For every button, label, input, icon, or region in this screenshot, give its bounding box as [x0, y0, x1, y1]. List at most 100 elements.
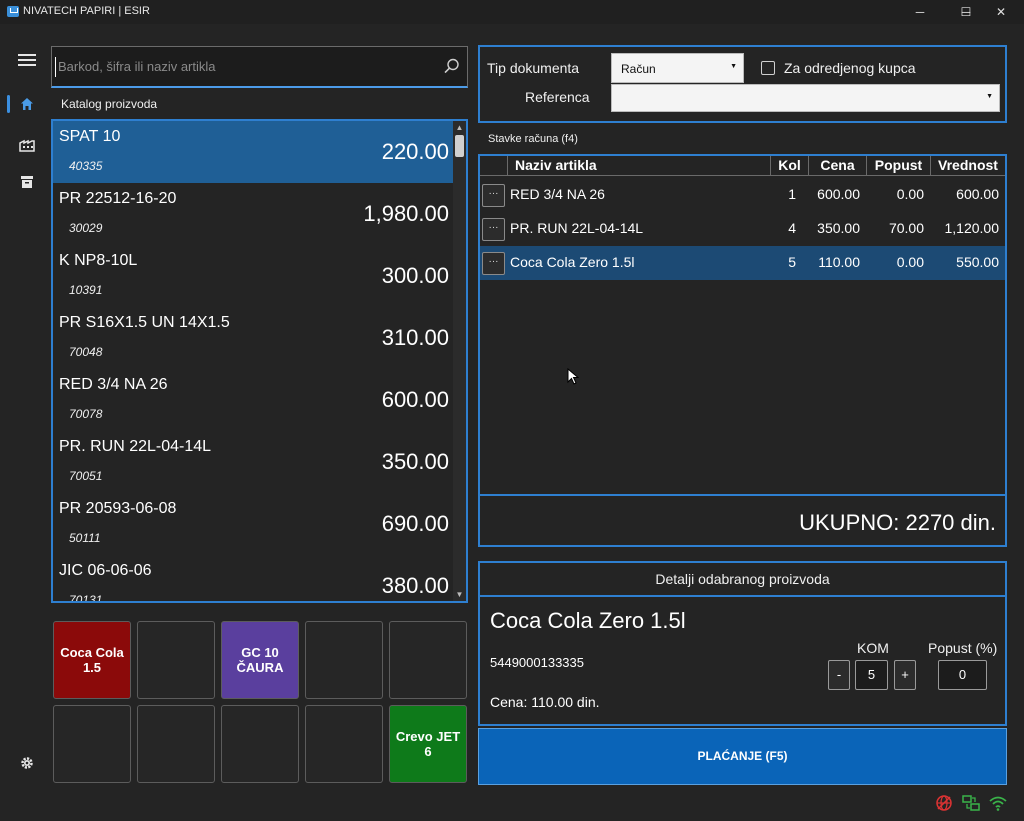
- catalog-item[interactable]: PR S16X1.5 UN 14X1.5 70048 310.00: [53, 307, 455, 369]
- cell-name: RED 3/4 NA 26: [510, 186, 605, 202]
- column-header-value[interactable]: Vrednost: [930, 156, 1005, 176]
- catalog-label: Katalog proizvoda: [61, 97, 158, 111]
- cell-value: 600.00: [956, 186, 999, 202]
- document-type-value: Račun: [621, 62, 656, 76]
- window-title: NIVATECH PAPIRI | ESIR: [23, 5, 150, 17]
- column-header-discount[interactable]: Popust: [866, 156, 930, 176]
- selected-product-name: Coca Cola Zero 1.5l: [490, 608, 686, 633]
- search-input[interactable]: [58, 55, 438, 77]
- catalog-item-name: SPAT 10: [59, 128, 121, 145]
- grid-header-spacer: [480, 156, 507, 176]
- reference-select[interactable]: ▼: [611, 84, 1000, 112]
- catalog-item[interactable]: SPAT 10 40335 220.00: [53, 121, 455, 183]
- catalog-item-name: PR 22512-16-20: [59, 190, 177, 207]
- table-row[interactable]: ··· PR. RUN 22L-04-14L 4 350.00 70.00 1,…: [480, 212, 1005, 246]
- row-options-button[interactable]: ···: [482, 218, 505, 241]
- quantity-plus-button[interactable]: +: [894, 660, 916, 690]
- row-options-button[interactable]: ···: [482, 252, 505, 275]
- settings-icon[interactable]: [14, 752, 40, 774]
- table-row[interactable]: ··· RED 3/4 NA 26 1 600.00 0.00 600.00: [480, 178, 1005, 212]
- catalog-item-price: 220.00: [381, 139, 449, 164]
- quantity-minus-button[interactable]: -: [828, 660, 850, 690]
- warehouse-icon[interactable]: [14, 134, 40, 156]
- cell-name: PR. RUN 22L-04-14L: [510, 220, 644, 236]
- catalog-item-price: 600.00: [381, 387, 449, 412]
- catalog-item-code: 70051: [69, 469, 103, 483]
- search-icon[interactable]: [443, 57, 461, 75]
- column-header-qty[interactable]: Kol: [770, 156, 808, 176]
- text-caret: [55, 57, 56, 77]
- sidebar-active-indicator: [7, 95, 10, 113]
- quick-tile-empty[interactable]: [305, 621, 383, 699]
- cell-qty: 5: [788, 254, 796, 270]
- cell-value: 1,120.00: [944, 220, 1000, 236]
- column-header-name[interactable]: Naziv artikla: [507, 156, 770, 176]
- quick-tile-empty[interactable]: [137, 621, 215, 699]
- cell-price: 600.00: [817, 186, 860, 202]
- product-details-panel: Coca Cola Zero 1.5l 5449000133335 Cena: …: [478, 595, 1007, 726]
- quick-tile-gc10[interactable]: GC 10 ČAURA: [221, 621, 299, 699]
- cell-qty: 1: [788, 186, 796, 202]
- quick-tile-empty[interactable]: [221, 705, 299, 783]
- catalog-item[interactable]: RED 3/4 NA 26 70078 600.00: [53, 369, 455, 431]
- total-amount: UKUPNO: 2270 din.: [799, 510, 996, 535]
- scroll-up-icon[interactable]: ▲: [455, 123, 464, 132]
- home-icon[interactable]: [14, 93, 40, 115]
- cell-discount: 0.00: [896, 254, 924, 270]
- reference-label: Referenca: [525, 89, 590, 105]
- catalog-item[interactable]: K NP8-10L 10391 300.00: [53, 245, 455, 307]
- quick-tile-empty[interactable]: [53, 705, 131, 783]
- catalog-item-code: 30029: [69, 221, 103, 235]
- column-header-price[interactable]: Cena: [808, 156, 866, 176]
- wifi-icon: [989, 796, 1007, 811]
- row-options-button[interactable]: ···: [482, 184, 505, 207]
- server-disconnected-icon: [936, 795, 952, 811]
- selected-product-price: Cena: 110.00 din.: [490, 694, 600, 710]
- catalog-item-price: 690.00: [381, 511, 449, 536]
- specific-customer-label: Za odredjenog kupca: [784, 60, 916, 76]
- quick-tile-empty[interactable]: [305, 705, 383, 783]
- minimize-icon[interactable]: ─: [897, 0, 943, 24]
- catalog-item-code: 10391: [69, 283, 103, 297]
- mouse-cursor-icon: [567, 368, 579, 385]
- catalog-item-code: 40335: [69, 159, 103, 173]
- catalog-item[interactable]: JIC 06-06-06 70131 380.00: [53, 555, 455, 601]
- catalog-item-name: K NP8-10L: [59, 252, 138, 269]
- cell-qty: 4: [788, 220, 796, 236]
- catalog-item[interactable]: PR 20593-06-08 50111 690.00: [53, 493, 455, 555]
- archive-icon[interactable]: [14, 171, 40, 193]
- invoice-items-grid[interactable]: Naziv artikla Kol Cena Popust Vrednost ·…: [478, 154, 1007, 496]
- quick-tile-empty[interactable]: [389, 621, 467, 699]
- menu-icon[interactable]: [14, 49, 40, 71]
- document-type-label: Tip dokumenta: [487, 60, 580, 76]
- scroll-thumb[interactable]: [455, 135, 464, 157]
- catalog-item-price: 380.00: [381, 573, 449, 598]
- quantity-label: KOM: [857, 640, 889, 656]
- catalog-item-price: 300.00: [381, 263, 449, 288]
- quantity-input[interactable]: 5: [855, 660, 888, 690]
- payment-button[interactable]: PLAĆANJE (F5): [478, 728, 1007, 785]
- specific-customer-checkbox[interactable]: [761, 61, 775, 75]
- quick-tile-empty[interactable]: [137, 705, 215, 783]
- chevron-down-icon: ▼: [986, 93, 993, 100]
- app-icon: [7, 6, 19, 17]
- cell-price: 110.00: [818, 254, 860, 270]
- product-catalog[interactable]: SPAT 10 40335 220.00 PR 22512-16-20 3002…: [51, 119, 468, 603]
- catalog-item-price: 310.00: [381, 325, 449, 350]
- quick-tile-crevo-jet[interactable]: Crevo JET 6: [389, 705, 467, 783]
- catalog-item-name: PR. RUN 22L-04-14L: [59, 438, 212, 455]
- search-box[interactable]: [51, 46, 468, 88]
- document-type-select[interactable]: Račun ▼: [611, 53, 744, 83]
- close-icon[interactable]: ✕: [978, 0, 1024, 24]
- catalog-item[interactable]: PR. RUN 22L-04-14L 70051 350.00: [53, 431, 455, 493]
- catalog-scrollbar[interactable]: ▲ ▼: [453, 121, 466, 601]
- catalog-item-name: JIC 06-06-06: [59, 562, 152, 579]
- quick-tile-coca-cola[interactable]: Coca Cola 1.5: [53, 621, 131, 699]
- discount-input[interactable]: 0: [938, 660, 987, 690]
- table-row-selected[interactable]: ··· Coca Cola Zero 1.5l 5 110.00 0.00 55…: [480, 246, 1005, 280]
- catalog-item[interactable]: PR 22512-16-20 30029 1,980.00: [53, 183, 455, 245]
- cell-price: 350.00: [817, 220, 860, 236]
- grid-header: Naziv artikla Kol Cena Popust Vrednost: [480, 156, 1005, 176]
- scroll-down-icon[interactable]: ▼: [455, 590, 464, 599]
- catalog-item-code: 50111: [69, 531, 101, 545]
